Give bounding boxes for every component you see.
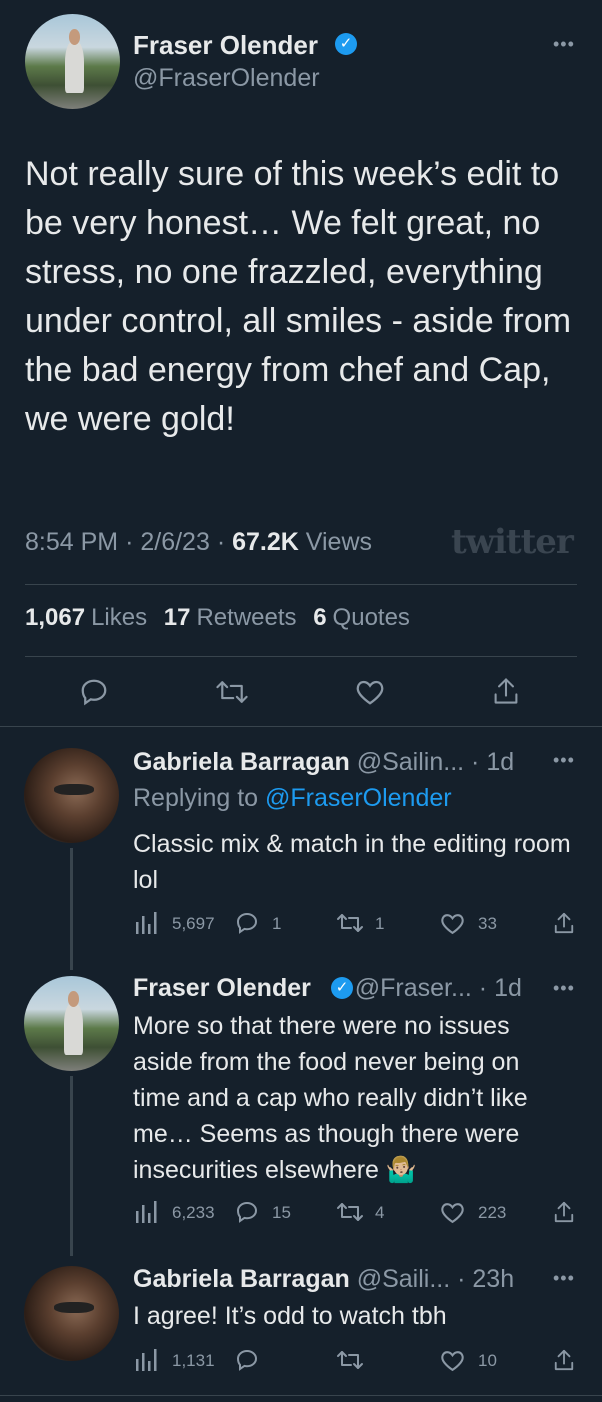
replying-to-link[interactable]: @FraserOlender	[265, 784, 452, 812]
views-count: 5,697	[172, 914, 215, 933]
engagement-stats: 1,067 Likes 17 Retweets 6 Quotes	[25, 604, 410, 632]
verified-badge-icon: ✓	[335, 33, 357, 55]
likes-stat[interactable]: 1,067 Likes	[25, 604, 147, 631]
tweet-meta: 8:54 PM · 2/6/23 · 67.2K Views	[25, 528, 373, 556]
divider	[25, 584, 577, 585]
share-icon[interactable]	[553, 1200, 575, 1224]
heart-icon[interactable]	[440, 1201, 465, 1224]
reply-text: Classic mix & match in the editing room …	[133, 830, 571, 894]
reply-icon[interactable]	[235, 1348, 259, 1372]
retweet-icon[interactable]	[336, 911, 364, 935]
views-chart-icon[interactable]	[133, 1201, 157, 1223]
divider	[0, 1395, 602, 1396]
share-icon[interactable]	[553, 1348, 575, 1372]
thread-line	[70, 1076, 73, 1256]
quotes-stat[interactable]: 6 Quotes	[313, 604, 410, 631]
reply-text: More so that there were no issues aside …	[133, 1012, 528, 1184]
retweet-icon[interactable]	[215, 677, 249, 707]
twitter-watermark: twitter	[451, 522, 574, 562]
retweet-count: 1	[375, 914, 385, 933]
heart-icon[interactable]	[440, 1349, 465, 1372]
reply-avatar[interactable]	[24, 976, 119, 1071]
reply-author-name[interactable]: Gabriela Barragan	[133, 1265, 350, 1293]
share-icon[interactable]	[553, 911, 575, 935]
reply-icon[interactable]	[235, 911, 259, 935]
reply-count: 15	[272, 1203, 291, 1222]
reply-author-handle[interactable]: @Saili...	[357, 1265, 450, 1293]
reply-icon[interactable]	[235, 1200, 259, 1224]
reply-age[interactable]: 1d	[486, 748, 514, 776]
author-avatar[interactable]	[25, 14, 120, 109]
more-dots-icon[interactable]: •••	[553, 1268, 575, 1289]
retweet-icon[interactable]	[336, 1348, 364, 1372]
heart-icon[interactable]	[440, 912, 465, 935]
divider	[0, 726, 602, 727]
reply-avatar[interactable]	[24, 1266, 119, 1361]
tweet-date[interactable]: 2/6/23	[140, 528, 210, 556]
reply-header: Gabriela Barragan @Sailin... · 1d	[133, 748, 515, 776]
like-count: 10	[478, 1351, 497, 1370]
like-count: 33	[478, 914, 497, 933]
more-dots-icon[interactable]: •••	[553, 34, 575, 55]
views-count: 67.2K	[232, 528, 299, 556]
author-name[interactable]: Fraser Olender	[133, 30, 318, 61]
share-icon[interactable]	[492, 676, 520, 706]
divider	[25, 656, 577, 657]
more-dots-icon[interactable]: •••	[553, 750, 575, 771]
retweets-stat[interactable]: 17 Retweets	[164, 604, 297, 631]
replying-to: Replying to @FraserOlender	[133, 784, 452, 812]
tweet-text: Not really sure of this week’s edit to b…	[25, 155, 572, 438]
views-count: 1,131	[172, 1351, 215, 1370]
heart-icon[interactable]	[355, 678, 385, 706]
views-count: 6,233	[172, 1203, 215, 1222]
thread-line	[70, 848, 73, 970]
like-count: 223	[478, 1203, 507, 1222]
more-dots-icon[interactable]: •••	[553, 978, 575, 999]
reply-text: I agree! It’s odd to watch tbh	[133, 1302, 447, 1330]
views-label: Views	[305, 528, 373, 556]
reply-author-handle[interactable]: @Sailin...	[357, 748, 464, 776]
verified-badge-icon: ✓	[331, 977, 353, 999]
reply-count: 1	[272, 914, 282, 933]
reply-author-handle[interactable]: @Fraser...	[355, 974, 472, 1002]
reply-icon[interactable]	[79, 677, 109, 707]
retweet-icon[interactable]	[336, 1200, 364, 1224]
views-chart-icon[interactable]	[133, 912, 157, 934]
reply-avatar[interactable]	[24, 748, 119, 843]
views-chart-icon[interactable]	[133, 1349, 157, 1371]
reply-header: Gabriela Barragan @Saili... · 23h	[133, 1265, 515, 1293]
author-handle[interactable]: @FraserOlender	[133, 64, 320, 93]
reply-age[interactable]: 1d	[494, 974, 522, 1002]
reply-header: Fraser Olender @Fraser... · 1d	[133, 974, 522, 1002]
retweet-count: 4	[375, 1203, 385, 1222]
reply-author-name[interactable]: Gabriela Barragan	[133, 748, 350, 776]
reply-age[interactable]: 23h	[472, 1265, 514, 1293]
reply-author-name[interactable]: Fraser Olender	[133, 974, 311, 1002]
tweet-time[interactable]: 8:54 PM	[25, 528, 118, 556]
